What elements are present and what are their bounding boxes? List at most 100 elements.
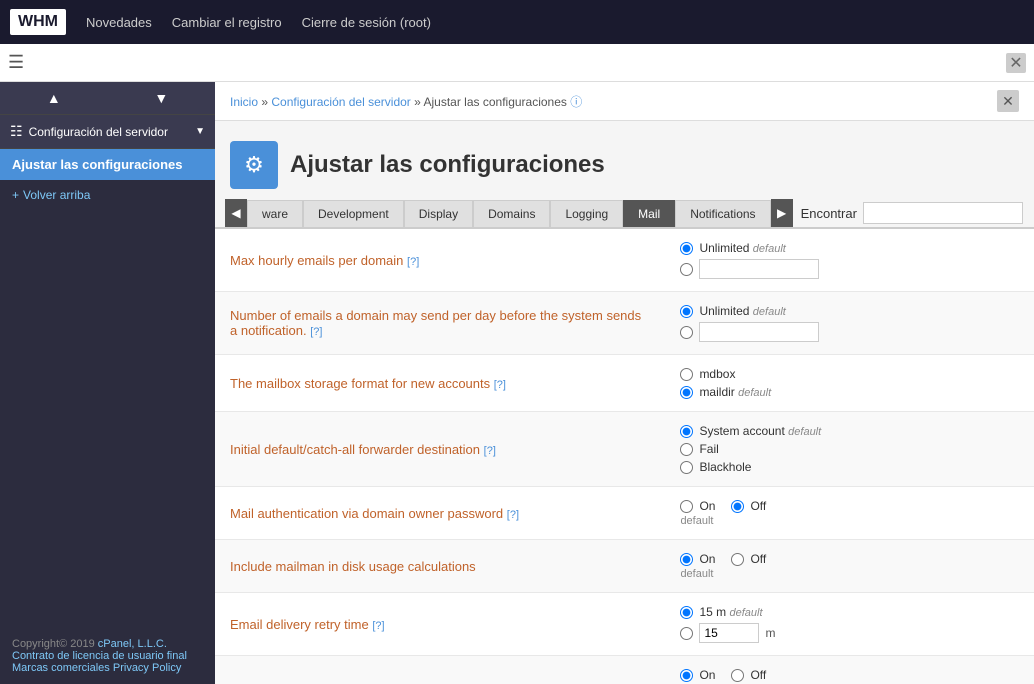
breadcrumb-current: Ajustar las configuraciones [423,95,566,109]
setting-label-forwarder: Initial default/catch-all forwarder dest… [215,412,665,487]
radio-forwarder-fail[interactable] [680,443,693,456]
sidebar-back-label: Volver arriba [23,188,90,202]
radio-auth-off[interactable] [731,500,744,513]
table-row: Email delivery retry time [?] 15 m defau… [215,593,1034,656]
radio-group-daily: Unlimited default [680,304,1019,342]
page-header: ⚙ Ajustar las configuraciones [215,121,1034,199]
search-input[interactable]: ajustar las configuraciones [32,55,998,70]
filter-bar: Encontrar [801,202,1023,224]
input-max-hourly-value[interactable] [699,259,819,279]
footer-privacy-link[interactable]: Privacy Policy [113,662,181,674]
radio-forwarder-blackhole[interactable] [680,461,693,474]
on-off-group-last: On Off [680,668,1019,682]
sidebar-down-arrow[interactable]: ▼ [108,82,216,114]
nav-cambiar-registro[interactable]: Cambiar el registro [172,15,282,30]
radio-row-daily-custom [680,322,1019,342]
top-navigation: WHM Novedades Cambiar el registro Cierre… [0,0,1034,44]
tab-mail[interactable]: Mail [623,200,675,227]
radio-last-on[interactable] [680,669,693,682]
tab-right-arrow[interactable]: ▶ [771,199,793,227]
input-daily-value[interactable] [699,322,819,342]
table-row: Include mailman in disk usage calculatio… [215,540,1034,593]
breadcrumb-config-servidor[interactable]: Configuración del servidor [271,95,410,109]
radio-label-last-on: On [699,668,715,682]
tab-domains[interactable]: Domains [473,200,550,227]
plus-icon: + [12,188,19,202]
help-link-auth[interactable]: [?] [507,509,519,521]
radio-group-mailbox: mdbox maildir default [680,367,1019,399]
radio-row-blackhole: Blackhole [680,460,1019,474]
radio-last-off[interactable] [731,669,744,682]
table-row: Number of emails a domain may send per d… [215,292,1034,355]
radio-label-auth-off: Off [750,499,766,513]
radio-daily-custom[interactable] [680,326,693,339]
breadcrumb: Inicio » Configuración del servidor » Aj… [230,93,582,110]
radio-row-daily-unlimited: Unlimited default [680,304,1019,318]
radio-row-system-account: System account default [680,424,1019,438]
tab-left-arrow[interactable]: ◀ [225,199,247,227]
search-close-button[interactable]: ✕ [1006,53,1026,73]
setting-control-daily-emails: Unlimited default [665,292,1034,355]
setting-control-retry: 15 m default m [665,593,1034,656]
radio-mailman-on[interactable] [680,553,693,566]
tab-ware[interactable]: ware [247,200,303,227]
radio-auth-on[interactable] [680,500,693,513]
radio-max-hourly-custom[interactable] [680,263,693,276]
mailman-default-label: default [680,568,1019,580]
sidebar-back-button[interactable]: + Volver arriba [0,180,215,210]
radio-retry-15m[interactable] [680,606,693,619]
radio-label-daily-unlimited: Unlimited default [699,304,785,318]
help-link-max-hourly[interactable]: [?] [407,256,419,268]
sidebar-footer: Copyright© 2019 cPanel, L.L.C. Contrato … [0,628,215,684]
chevron-down-icon: ▼ [195,126,205,137]
radio-group-max-hourly: Unlimited default [680,241,1019,279]
breadcrumb-close-button[interactable]: ✕ [997,90,1019,112]
tab-display[interactable]: Display [404,200,473,227]
radio-row-maildir: maildir default [680,385,1019,399]
sidebar-section-config[interactable]: ☷ Configuración del servidor ▼ [0,115,215,149]
radio-mailman-off[interactable] [731,553,744,566]
radio-row-mailman-on: On [680,552,715,566]
sidebar-up-arrow[interactable]: ▲ [0,82,108,114]
input-retry-value[interactable] [699,623,759,643]
setting-control-mailbox-format: mdbox maildir default [665,355,1034,412]
radio-row-last-on: On [680,668,715,682]
help-icon[interactable]: ⓘ [570,95,582,109]
footer-brand-link[interactable]: cPanel, L.L.C. [98,638,167,650]
setting-label-retry: Email delivery retry time [?] [215,593,665,656]
help-link-mailbox-format[interactable]: [?] [494,379,506,391]
sidebar-nav-arrows: ▲ ▼ [0,82,215,115]
footer-license-link[interactable]: Contrato de licencia de usuario final [12,650,187,662]
radio-row-custom [680,259,1019,279]
tab-notifications[interactable]: Notifications [675,200,770,227]
radio-forwarder-system[interactable] [680,425,693,438]
radio-mailbox-maildir[interactable] [680,386,693,399]
radio-row-fail: Fail [680,442,1019,456]
radio-label-mdbox: mdbox [699,367,735,381]
retry-unit-label: m [765,626,775,640]
whm-logo: WHM [10,9,66,35]
setting-label-mailbox-format: The mailbox storage format for new accou… [215,355,665,412]
tab-logging[interactable]: Logging [550,200,623,227]
radio-mailbox-mdbox[interactable] [680,368,693,381]
radio-retry-custom[interactable] [680,627,693,640]
filter-input[interactable] [863,202,1023,224]
help-link-retry[interactable]: [?] [372,620,384,632]
setting-label-last [215,656,665,684]
radio-label-last-off: Off [750,668,766,682]
help-link-daily-emails[interactable]: [?] [310,326,322,338]
radio-max-hourly-unlimited[interactable] [680,242,693,255]
tab-development[interactable]: Development [303,200,404,227]
help-link-forwarder[interactable]: [?] [484,445,496,457]
hamburger-icon[interactable]: ☰ [8,52,24,73]
nav-cierre-sesion[interactable]: Cierre de sesión (root) [302,15,431,30]
radio-daily-unlimited[interactable] [680,305,693,318]
settings-table: Max hourly emails per domain [?] Unlimit… [215,229,1034,684]
sidebar: ▲ ▼ ☷ Configuración del servidor ▼ Ajust… [0,82,215,684]
breadcrumb-bar: Inicio » Configuración del servidor » Aj… [215,82,1034,121]
on-off-group-mailman: On Off default [680,552,1019,580]
breadcrumb-inicio[interactable]: Inicio [230,95,258,109]
footer-trademarks-link[interactable]: Marcas comerciales [12,662,110,674]
nav-novedades[interactable]: Novedades [86,15,152,30]
sidebar-active-item: Ajustar las configuraciones [0,149,215,180]
